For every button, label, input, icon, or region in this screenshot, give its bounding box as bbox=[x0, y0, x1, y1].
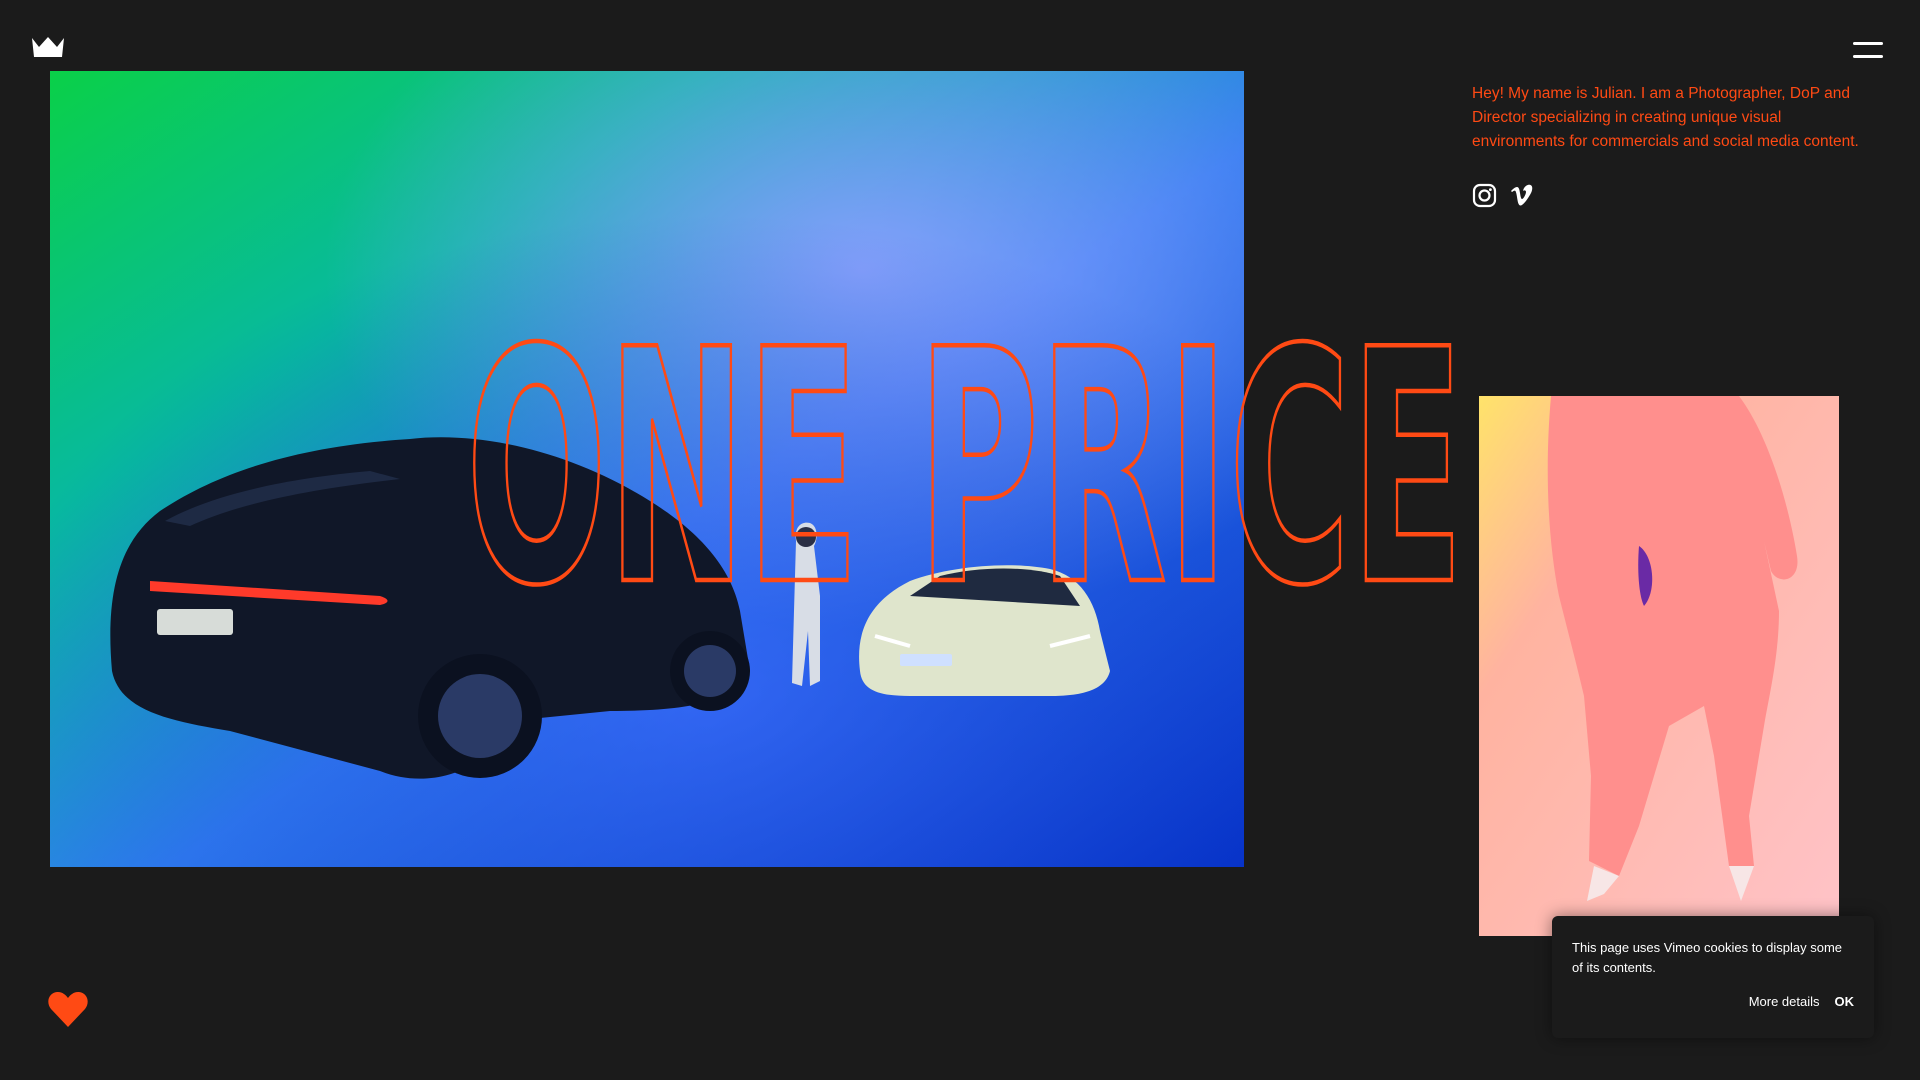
car-photo bbox=[50, 71, 1244, 867]
fashion-photo bbox=[1479, 396, 1839, 936]
instagram-icon[interactable] bbox=[1472, 183, 1497, 208]
vimeo-icon[interactable] bbox=[1509, 183, 1534, 208]
side-fashion-photo[interactable] bbox=[1479, 396, 1839, 936]
cookie-actions: More details OK bbox=[1749, 994, 1854, 1009]
cookie-notice: This page uses Vimeo cookies to display … bbox=[1552, 916, 1874, 1038]
page: Hey! My name is Julian. I am a Photograp… bbox=[0, 0, 1920, 1080]
social-links bbox=[1472, 183, 1534, 208]
cookie-message: This page uses Vimeo cookies to display … bbox=[1572, 940, 1843, 975]
heart-icon[interactable] bbox=[47, 990, 89, 1028]
hamburger-menu-icon[interactable] bbox=[1853, 42, 1883, 62]
crown-icon[interactable] bbox=[31, 36, 65, 58]
intro-text: Hey! My name is Julian. I am a Photograp… bbox=[1472, 85, 1859, 150]
ok-button[interactable]: OK bbox=[1835, 994, 1855, 1009]
hero-car-photo[interactable] bbox=[50, 71, 1244, 867]
more-details-link[interactable]: More details bbox=[1749, 994, 1820, 1009]
